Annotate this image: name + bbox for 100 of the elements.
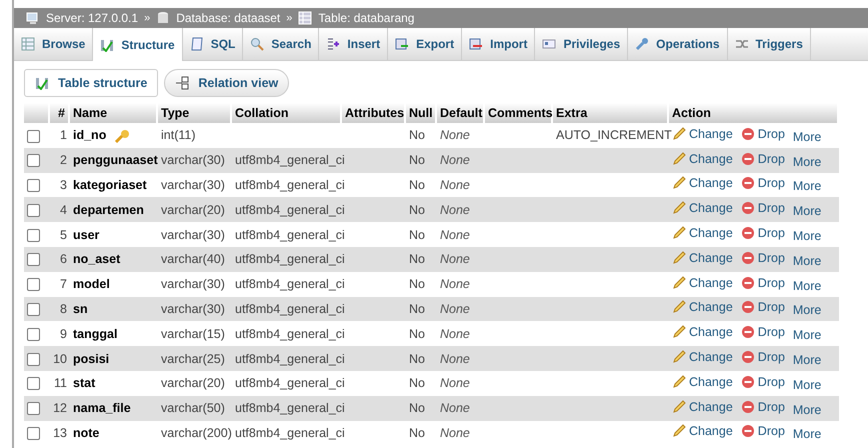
default-text: None	[440, 426, 470, 440]
column-header: Attributes	[342, 103, 406, 123]
collation-text: utf8mb4_general_ci	[235, 401, 345, 416]
column-header: Extra	[553, 103, 669, 123]
drop-link[interactable]: Drop	[740, 152, 785, 166]
null-text: No	[409, 252, 425, 266]
default-text: None	[440, 326, 470, 341]
row-checkbox[interactable]	[27, 130, 40, 142]
tab[interactable]: Export	[388, 28, 462, 60]
tab[interactable]: Structure	[93, 28, 183, 61]
null-text: No	[409, 277, 425, 292]
row-number: 11	[54, 376, 67, 390]
change-link[interactable]: Change	[672, 126, 733, 141]
more-link[interactable]: More	[792, 154, 822, 169]
tab[interactable]: Import	[462, 28, 536, 60]
collation-text: utf8mb4_general_ci	[235, 153, 345, 168]
subtab[interactable]: Relation view	[164, 69, 290, 97]
pencil-icon	[672, 374, 686, 389]
row-checkbox[interactable]	[27, 179, 40, 192]
row-checkbox[interactable]	[27, 303, 40, 316]
null-text: No	[409, 153, 425, 168]
more-link[interactable]: More	[792, 353, 822, 368]
tab[interactable]: Operations	[628, 28, 728, 60]
type-text: varchar(15)	[161, 326, 225, 341]
default-text: None	[440, 352, 470, 366]
drop-link[interactable]: Drop	[740, 201, 785, 216]
tab[interactable]: Triggers	[728, 28, 811, 60]
more-link[interactable]: More	[792, 328, 822, 342]
row-checkbox[interactable]	[27, 154, 40, 168]
more-link[interactable]: More	[792, 254, 822, 268]
breadcrumb-link[interactable]: Database: dataaset	[176, 11, 280, 25]
row-checkbox[interactable]	[27, 204, 40, 217]
tab[interactable]: Privileges	[535, 28, 628, 60]
pencil-icon	[672, 300, 686, 314]
pencil-icon	[672, 400, 686, 414]
row-checkbox[interactable]	[27, 253, 40, 266]
minus-circle-icon	[740, 325, 755, 340]
tab[interactable]: SQL	[182, 28, 244, 60]
drop-link[interactable]: Drop	[740, 226, 785, 240]
more-link[interactable]: More	[792, 278, 822, 293]
column-name: no_aset	[73, 252, 120, 266]
change-link[interactable]: Change	[672, 350, 733, 364]
default-text: None	[440, 252, 470, 266]
row-checkbox[interactable]	[27, 377, 40, 390]
more-link[interactable]: More	[792, 229, 822, 244]
column-name: kategoriaset	[73, 178, 147, 192]
breadcrumb-link[interactable]: Table: databarang	[318, 11, 414, 25]
row-checkbox[interactable]	[27, 278, 40, 292]
row-number: 12	[53, 401, 67, 416]
default-text: None	[440, 178, 470, 192]
drop-link[interactable]: Drop	[740, 176, 785, 190]
more-link[interactable]: More	[792, 303, 822, 318]
pencil-icon	[672, 350, 686, 364]
drop-link[interactable]: Drop	[740, 374, 785, 389]
change-link[interactable]: Change	[672, 201, 733, 216]
more-link[interactable]: More	[792, 402, 822, 417]
more-link[interactable]: More	[792, 204, 822, 218]
null-text: No	[409, 426, 425, 440]
change-link[interactable]: Change	[672, 226, 733, 240]
tab[interactable]: Insert	[319, 28, 388, 60]
more-link[interactable]: More	[792, 179, 822, 194]
drop-link[interactable]: Drop	[740, 250, 785, 265]
change-link[interactable]: Change	[672, 400, 733, 414]
change-link[interactable]: Change	[672, 300, 733, 314]
change-link[interactable]: Change	[672, 276, 733, 290]
row-checkbox[interactable]	[27, 228, 40, 242]
drop-link[interactable]: Drop	[740, 325, 785, 340]
breadcrumb-separator: »	[286, 12, 292, 24]
collation-text: utf8mb4_general_ci	[235, 426, 345, 440]
change-link[interactable]: Change	[672, 250, 733, 265]
drop-link[interactable]: Drop	[740, 276, 785, 290]
row-number: 10	[53, 352, 67, 366]
more-link[interactable]: More	[792, 427, 822, 442]
drop-link[interactable]: Drop	[740, 350, 785, 364]
change-link[interactable]: Change	[672, 325, 733, 340]
breadcrumb-link[interactable]: Server: 127.0.0.1	[46, 11, 138, 25]
change-link[interactable]: Change	[672, 176, 733, 190]
drop-link[interactable]: Drop	[740, 126, 785, 141]
subtab[interactable]: Table structure	[24, 69, 158, 97]
row-checkbox[interactable]	[27, 402, 40, 416]
structure-icon	[100, 38, 114, 52]
drop-link[interactable]: Drop	[740, 424, 785, 438]
minus-circle-icon	[740, 424, 755, 438]
change-link[interactable]: Change	[672, 424, 733, 438]
change-link[interactable]: Change	[672, 152, 733, 166]
change-link[interactable]: Change	[672, 374, 733, 389]
more-link[interactable]: More	[792, 130, 822, 144]
row-checkbox[interactable]	[27, 328, 40, 341]
row-checkbox[interactable]	[27, 352, 40, 366]
collation-text: utf8mb4_general_ci	[235, 302, 345, 316]
drop-link[interactable]: Drop	[740, 300, 785, 314]
extra-text: AUTO_INCREMENT	[556, 128, 672, 142]
type-text: varchar(200)	[161, 426, 232, 440]
minus-circle-icon	[740, 350, 755, 364]
minus-circle-icon	[740, 226, 755, 240]
row-checkbox[interactable]	[27, 427, 40, 440]
more-link[interactable]: More	[792, 378, 822, 392]
column-header: Default	[437, 103, 485, 123]
drop-link[interactable]: Drop	[740, 400, 785, 414]
tab[interactable]: Search	[243, 28, 320, 60]
